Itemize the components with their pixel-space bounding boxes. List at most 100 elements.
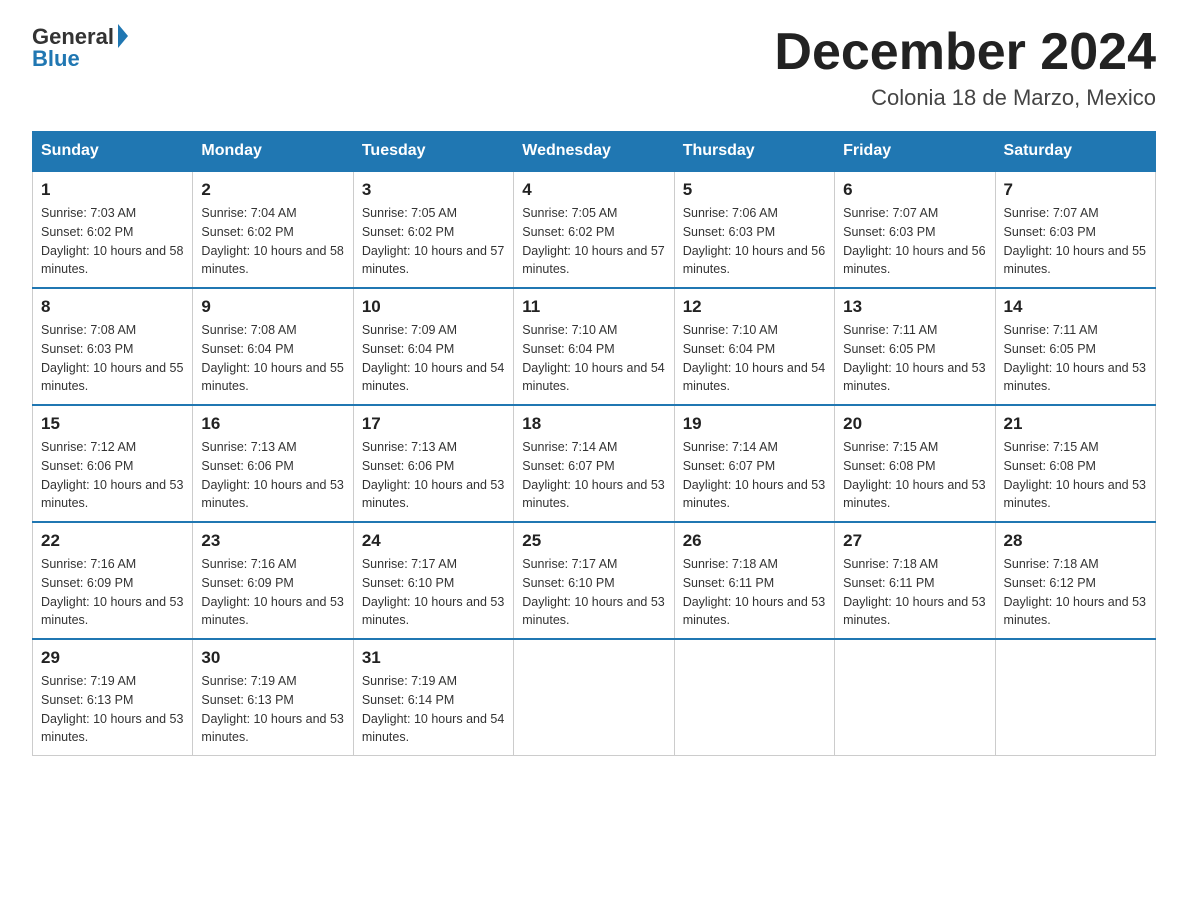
calendar-cell: 5 Sunrise: 7:06 AM Sunset: 6:03 PM Dayli… bbox=[674, 171, 834, 288]
day-info: Sunrise: 7:12 AM Sunset: 6:06 PM Dayligh… bbox=[41, 438, 184, 513]
day-number: 15 bbox=[41, 414, 184, 434]
day-info: Sunrise: 7:08 AM Sunset: 6:04 PM Dayligh… bbox=[201, 321, 344, 396]
logo: General Blue bbox=[32, 24, 128, 72]
day-info: Sunrise: 7:18 AM Sunset: 6:11 PM Dayligh… bbox=[843, 555, 986, 630]
day-info: Sunrise: 7:08 AM Sunset: 6:03 PM Dayligh… bbox=[41, 321, 184, 396]
day-info: Sunrise: 7:19 AM Sunset: 6:13 PM Dayligh… bbox=[41, 672, 184, 747]
day-info: Sunrise: 7:10 AM Sunset: 6:04 PM Dayligh… bbox=[522, 321, 665, 396]
month-title: December 2024 bbox=[774, 24, 1156, 81]
day-number: 30 bbox=[201, 648, 344, 668]
calendar-cell: 26 Sunrise: 7:18 AM Sunset: 6:11 PM Dayl… bbox=[674, 522, 834, 639]
calendar-cell: 6 Sunrise: 7:07 AM Sunset: 6:03 PM Dayli… bbox=[835, 171, 995, 288]
calendar-week-row-5: 29 Sunrise: 7:19 AM Sunset: 6:13 PM Dayl… bbox=[33, 639, 1156, 756]
logo-arrow-icon bbox=[118, 24, 128, 48]
day-info: Sunrise: 7:11 AM Sunset: 6:05 PM Dayligh… bbox=[1004, 321, 1147, 396]
day-number: 23 bbox=[201, 531, 344, 551]
calendar-cell bbox=[514, 639, 674, 756]
day-number: 2 bbox=[201, 180, 344, 200]
day-info: Sunrise: 7:07 AM Sunset: 6:03 PM Dayligh… bbox=[843, 204, 986, 279]
header-thursday: Thursday bbox=[674, 132, 834, 172]
day-number: 24 bbox=[362, 531, 505, 551]
calendar-cell: 20 Sunrise: 7:15 AM Sunset: 6:08 PM Dayl… bbox=[835, 405, 995, 522]
day-info: Sunrise: 7:19 AM Sunset: 6:13 PM Dayligh… bbox=[201, 672, 344, 747]
day-info: Sunrise: 7:07 AM Sunset: 6:03 PM Dayligh… bbox=[1004, 204, 1147, 279]
day-info: Sunrise: 7:14 AM Sunset: 6:07 PM Dayligh… bbox=[522, 438, 665, 513]
header-saturday: Saturday bbox=[995, 132, 1155, 172]
calendar-cell: 13 Sunrise: 7:11 AM Sunset: 6:05 PM Dayl… bbox=[835, 288, 995, 405]
calendar-cell: 7 Sunrise: 7:07 AM Sunset: 6:03 PM Dayli… bbox=[995, 171, 1155, 288]
day-number: 12 bbox=[683, 297, 826, 317]
day-number: 25 bbox=[522, 531, 665, 551]
calendar-cell: 11 Sunrise: 7:10 AM Sunset: 6:04 PM Dayl… bbox=[514, 288, 674, 405]
day-info: Sunrise: 7:17 AM Sunset: 6:10 PM Dayligh… bbox=[522, 555, 665, 630]
calendar-cell: 9 Sunrise: 7:08 AM Sunset: 6:04 PM Dayli… bbox=[193, 288, 353, 405]
day-info: Sunrise: 7:04 AM Sunset: 6:02 PM Dayligh… bbox=[201, 204, 344, 279]
day-number: 31 bbox=[362, 648, 505, 668]
calendar-cell: 21 Sunrise: 7:15 AM Sunset: 6:08 PM Dayl… bbox=[995, 405, 1155, 522]
calendar-header-row: Sunday Monday Tuesday Wednesday Thursday… bbox=[33, 132, 1156, 172]
day-number: 9 bbox=[201, 297, 344, 317]
day-number: 21 bbox=[1004, 414, 1147, 434]
day-info: Sunrise: 7:05 AM Sunset: 6:02 PM Dayligh… bbox=[522, 204, 665, 279]
day-info: Sunrise: 7:06 AM Sunset: 6:03 PM Dayligh… bbox=[683, 204, 826, 279]
header-wednesday: Wednesday bbox=[514, 132, 674, 172]
page-header: General Blue December 2024 Colonia 18 de… bbox=[32, 24, 1156, 111]
calendar-cell: 16 Sunrise: 7:13 AM Sunset: 6:06 PM Dayl… bbox=[193, 405, 353, 522]
day-number: 29 bbox=[41, 648, 184, 668]
day-number: 3 bbox=[362, 180, 505, 200]
calendar-cell: 28 Sunrise: 7:18 AM Sunset: 6:12 PM Dayl… bbox=[995, 522, 1155, 639]
day-number: 16 bbox=[201, 414, 344, 434]
calendar-week-row-1: 1 Sunrise: 7:03 AM Sunset: 6:02 PM Dayli… bbox=[33, 171, 1156, 288]
calendar-cell: 19 Sunrise: 7:14 AM Sunset: 6:07 PM Dayl… bbox=[674, 405, 834, 522]
day-number: 26 bbox=[683, 531, 826, 551]
calendar-cell: 29 Sunrise: 7:19 AM Sunset: 6:13 PM Dayl… bbox=[33, 639, 193, 756]
day-info: Sunrise: 7:16 AM Sunset: 6:09 PM Dayligh… bbox=[41, 555, 184, 630]
calendar-cell: 4 Sunrise: 7:05 AM Sunset: 6:02 PM Dayli… bbox=[514, 171, 674, 288]
day-number: 18 bbox=[522, 414, 665, 434]
calendar-cell: 3 Sunrise: 7:05 AM Sunset: 6:02 PM Dayli… bbox=[353, 171, 513, 288]
day-number: 27 bbox=[843, 531, 986, 551]
day-info: Sunrise: 7:19 AM Sunset: 6:14 PM Dayligh… bbox=[362, 672, 505, 747]
calendar-cell: 22 Sunrise: 7:16 AM Sunset: 6:09 PM Dayl… bbox=[33, 522, 193, 639]
calendar-cell: 24 Sunrise: 7:17 AM Sunset: 6:10 PM Dayl… bbox=[353, 522, 513, 639]
day-number: 14 bbox=[1004, 297, 1147, 317]
day-info: Sunrise: 7:18 AM Sunset: 6:12 PM Dayligh… bbox=[1004, 555, 1147, 630]
day-info: Sunrise: 7:13 AM Sunset: 6:06 PM Dayligh… bbox=[201, 438, 344, 513]
calendar-week-row-3: 15 Sunrise: 7:12 AM Sunset: 6:06 PM Dayl… bbox=[33, 405, 1156, 522]
calendar-week-row-2: 8 Sunrise: 7:08 AM Sunset: 6:03 PM Dayli… bbox=[33, 288, 1156, 405]
day-number: 4 bbox=[522, 180, 665, 200]
day-info: Sunrise: 7:13 AM Sunset: 6:06 PM Dayligh… bbox=[362, 438, 505, 513]
header-tuesday: Tuesday bbox=[353, 132, 513, 172]
calendar-cell: 25 Sunrise: 7:17 AM Sunset: 6:10 PM Dayl… bbox=[514, 522, 674, 639]
day-info: Sunrise: 7:16 AM Sunset: 6:09 PM Dayligh… bbox=[201, 555, 344, 630]
day-info: Sunrise: 7:09 AM Sunset: 6:04 PM Dayligh… bbox=[362, 321, 505, 396]
day-info: Sunrise: 7:03 AM Sunset: 6:02 PM Dayligh… bbox=[41, 204, 184, 279]
calendar-cell bbox=[995, 639, 1155, 756]
calendar-cell: 8 Sunrise: 7:08 AM Sunset: 6:03 PM Dayli… bbox=[33, 288, 193, 405]
day-info: Sunrise: 7:17 AM Sunset: 6:10 PM Dayligh… bbox=[362, 555, 505, 630]
calendar-cell: 12 Sunrise: 7:10 AM Sunset: 6:04 PM Dayl… bbox=[674, 288, 834, 405]
title-section: December 2024 Colonia 18 de Marzo, Mexic… bbox=[774, 24, 1156, 111]
calendar-table: Sunday Monday Tuesday Wednesday Thursday… bbox=[32, 131, 1156, 756]
header-sunday: Sunday bbox=[33, 132, 193, 172]
calendar-cell: 1 Sunrise: 7:03 AM Sunset: 6:02 PM Dayli… bbox=[33, 171, 193, 288]
calendar-cell: 30 Sunrise: 7:19 AM Sunset: 6:13 PM Dayl… bbox=[193, 639, 353, 756]
day-number: 1 bbox=[41, 180, 184, 200]
header-monday: Monday bbox=[193, 132, 353, 172]
calendar-cell: 10 Sunrise: 7:09 AM Sunset: 6:04 PM Dayl… bbox=[353, 288, 513, 405]
day-number: 28 bbox=[1004, 531, 1147, 551]
location-subtitle: Colonia 18 de Marzo, Mexico bbox=[774, 85, 1156, 111]
calendar-cell: 18 Sunrise: 7:14 AM Sunset: 6:07 PM Dayl… bbox=[514, 405, 674, 522]
day-number: 6 bbox=[843, 180, 986, 200]
calendar-cell: 27 Sunrise: 7:18 AM Sunset: 6:11 PM Dayl… bbox=[835, 522, 995, 639]
day-info: Sunrise: 7:05 AM Sunset: 6:02 PM Dayligh… bbox=[362, 204, 505, 279]
calendar-cell: 31 Sunrise: 7:19 AM Sunset: 6:14 PM Dayl… bbox=[353, 639, 513, 756]
calendar-cell: 2 Sunrise: 7:04 AM Sunset: 6:02 PM Dayli… bbox=[193, 171, 353, 288]
day-number: 5 bbox=[683, 180, 826, 200]
day-info: Sunrise: 7:11 AM Sunset: 6:05 PM Dayligh… bbox=[843, 321, 986, 396]
day-number: 22 bbox=[41, 531, 184, 551]
calendar-cell: 23 Sunrise: 7:16 AM Sunset: 6:09 PM Dayl… bbox=[193, 522, 353, 639]
day-info: Sunrise: 7:15 AM Sunset: 6:08 PM Dayligh… bbox=[1004, 438, 1147, 513]
day-info: Sunrise: 7:18 AM Sunset: 6:11 PM Dayligh… bbox=[683, 555, 826, 630]
day-number: 7 bbox=[1004, 180, 1147, 200]
